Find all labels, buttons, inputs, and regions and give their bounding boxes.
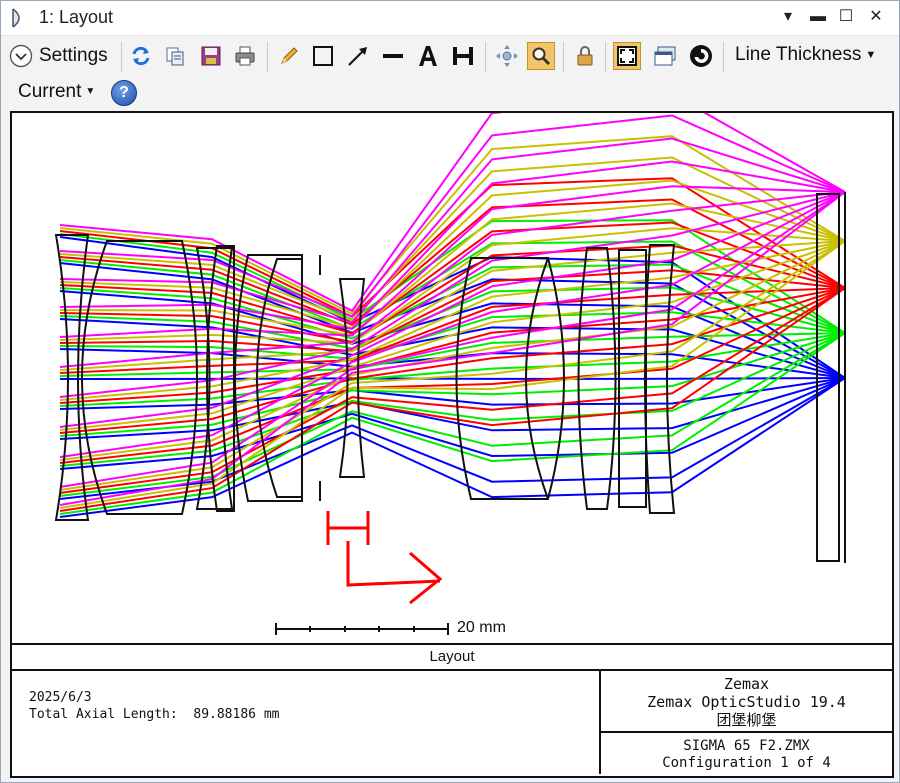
configuration-text: Configuration 1 of 4 bbox=[662, 755, 831, 771]
toolbar: Settings Line Thickness ▼ bbox=[1, 36, 899, 78]
dimension-icon bbox=[453, 47, 473, 65]
maximize-icon[interactable]: ☐ bbox=[835, 6, 857, 28]
window-menu-chevron-icon[interactable]: ▾ bbox=[777, 6, 799, 28]
help-icon[interactable]: ? bbox=[111, 80, 137, 106]
pencil-icon bbox=[281, 47, 298, 64]
app-icon bbox=[12, 8, 20, 28]
caret-down-icon: ▼ bbox=[865, 48, 877, 61]
brand-text: Zemax bbox=[723, 675, 770, 693]
annotation-dimension-mark bbox=[326, 511, 370, 545]
print-button[interactable] bbox=[231, 42, 259, 70]
toolbar-separator bbox=[563, 42, 564, 72]
current-label: Current bbox=[18, 81, 82, 102]
pan-arrows-icon bbox=[496, 45, 518, 67]
window-title: 1: Layout bbox=[39, 7, 114, 27]
refresh-icon bbox=[132, 46, 150, 66]
magnifier-icon bbox=[532, 47, 551, 66]
title-block-bottom: SIGMA 65 F2.ZMX Configuration 1 of 4 bbox=[601, 735, 892, 774]
arrow-icon bbox=[348, 47, 367, 66]
dimension-button[interactable] bbox=[449, 42, 477, 70]
file-name-text: SIGMA 65 F2.ZMX bbox=[683, 738, 810, 754]
plot-info: 2025/6/3 Total Axial Length: 89.88186 mm bbox=[29, 689, 279, 723]
owner-text: 团堡柳堡 bbox=[716, 711, 777, 729]
copy-icon bbox=[166, 47, 184, 66]
line-thickness-dropdown[interactable]: Line Thickness ▼ bbox=[735, 44, 876, 66]
arrow-button[interactable] bbox=[344, 42, 372, 70]
product-text: Zemax OpticStudio 19.4 bbox=[647, 693, 846, 711]
line-thickness-label: Line Thickness bbox=[735, 44, 862, 65]
red-annotation bbox=[326, 511, 443, 605]
zoom-button[interactable] bbox=[527, 42, 555, 70]
info-date: 2025/6/3 bbox=[29, 690, 92, 705]
title-block-top: Zemax Zemax OpticStudio 19.4 团堡柳堡 bbox=[601, 669, 892, 733]
pan-button[interactable] bbox=[493, 42, 521, 70]
scale-bar bbox=[275, 623, 449, 635]
ray-path bbox=[59, 240, 846, 491]
ray-traces bbox=[59, 113, 846, 518]
line-button[interactable] bbox=[379, 42, 407, 70]
title-block: Zemax Zemax OpticStudio 19.4 团堡柳堡 SIGMA … bbox=[599, 669, 892, 774]
lock-button[interactable] bbox=[571, 42, 599, 70]
pencil-button[interactable] bbox=[275, 42, 303, 70]
ray-path bbox=[59, 377, 846, 518]
toolbar-separator bbox=[605, 42, 606, 72]
ray-path bbox=[59, 377, 846, 380]
window-options-button[interactable] bbox=[651, 42, 679, 70]
auto-update-button[interactable] bbox=[687, 42, 715, 70]
secondary-toolbar: Current ▼ ? bbox=[1, 79, 899, 107]
save-icon bbox=[201, 46, 221, 66]
copy-button[interactable] bbox=[161, 42, 189, 70]
refresh-button[interactable] bbox=[127, 42, 155, 70]
toolbar-separator bbox=[267, 42, 268, 72]
info-length-value: 89.88186 mm bbox=[193, 707, 280, 722]
window-stack-icon bbox=[654, 46, 676, 66]
info-length-label: Total Axial Length: bbox=[29, 707, 178, 722]
line-icon bbox=[383, 54, 403, 58]
rectangle-button[interactable] bbox=[309, 42, 337, 70]
lens-element-1 bbox=[54, 234, 90, 521]
save-button[interactable] bbox=[197, 42, 225, 70]
plot-caption: Layout bbox=[12, 643, 892, 671]
fit-view-icon bbox=[617, 46, 637, 66]
spiral-icon bbox=[690, 45, 712, 67]
chevron-circle-icon bbox=[9, 44, 33, 68]
fit-view-button[interactable] bbox=[613, 42, 641, 70]
toolbar-separator bbox=[121, 42, 122, 72]
close-icon[interactable]: ✕ bbox=[865, 6, 887, 28]
current-dropdown[interactable]: Current ▼ bbox=[18, 81, 95, 103]
caret-down-icon: ▼ bbox=[85, 86, 96, 98]
toolbar-separator bbox=[485, 42, 486, 72]
layout-window: 1: Layout ▾ ▬ ☐ ✕ Settings Line Thicknes… bbox=[0, 0, 900, 783]
print-icon bbox=[235, 46, 255, 66]
settings-button[interactable]: Settings bbox=[9, 42, 108, 70]
toolbar-separator bbox=[723, 42, 724, 72]
lens-layout-drawing bbox=[54, 113, 846, 635]
settings-label: Settings bbox=[39, 45, 108, 66]
scale-bar-label: 20 mm bbox=[457, 619, 506, 636]
minimize-icon[interactable]: ▬ bbox=[807, 6, 829, 28]
rectangle-icon bbox=[313, 46, 333, 66]
annotation-arrow bbox=[346, 541, 443, 605]
text-a-icon bbox=[419, 46, 437, 66]
title-bar: 1: Layout ▾ ▬ ☐ ✕ bbox=[1, 1, 899, 36]
text-button[interactable] bbox=[414, 42, 442, 70]
lock-icon bbox=[577, 46, 593, 66]
layout-plot: 20 mm Layout 2025/6/3 Total Axial Length… bbox=[10, 111, 894, 778]
